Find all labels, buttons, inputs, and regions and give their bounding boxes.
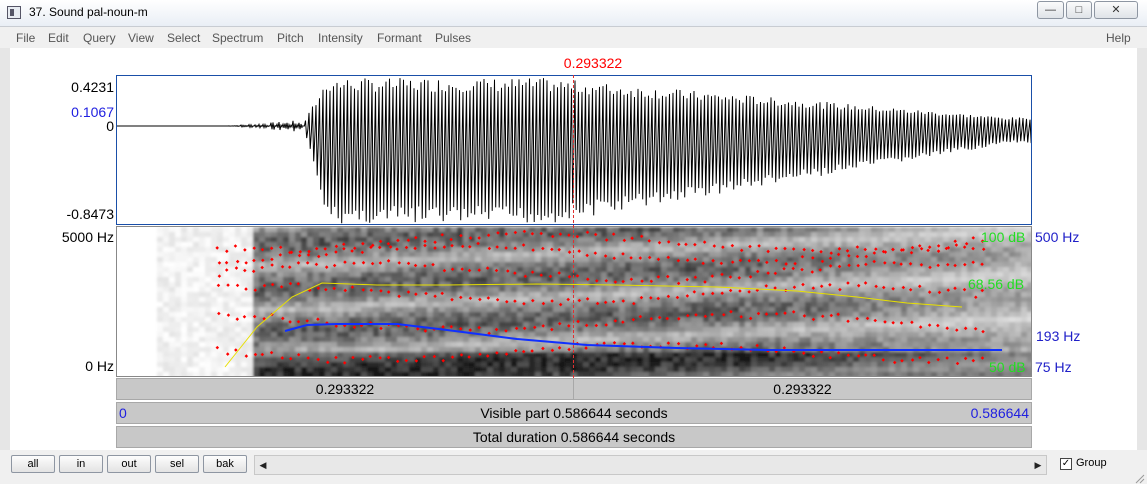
menu-spectrum[interactable]: Spectrum — [212, 31, 263, 45]
zoom-out-button[interactable]: out — [107, 455, 151, 473]
title-bar: 37. Sound pal-noun-m — □ ✕ — [0, 0, 1147, 27]
app-icon — [7, 6, 21, 19]
intensity-cursor-label: 68.56 dB — [968, 276, 1025, 292]
scroll-right-icon[interactable]: ▶ — [1031, 458, 1045, 472]
group-label: Group — [1076, 457, 1107, 469]
spectrogram-bottom-frequency-label: 0 Hz — [85, 358, 114, 374]
time-scrollbar[interactable]: ◀ ▶ — [254, 455, 1047, 475]
waveform-max-label: 0.4231 — [71, 79, 114, 95]
pitch-cursor-label: 193 Hz — [1036, 328, 1081, 344]
close-button[interactable]: ✕ — [1094, 1, 1138, 19]
checkmark-icon: ✓ — [1061, 458, 1071, 469]
menu-select[interactable]: Select — [167, 31, 200, 45]
spectrogram-plot — [157, 227, 1031, 376]
zoom-in-button[interactable]: in — [59, 455, 103, 473]
maximize-icon: □ — [1075, 4, 1083, 16]
menu-pitch[interactable]: Pitch — [277, 31, 304, 45]
waveform-trace — [117, 78, 1031, 224]
menu-view[interactable]: View — [128, 31, 154, 45]
left-frame — [0, 48, 10, 450]
segment-bar-right[interactable]: 0.293322 — [573, 378, 1032, 400]
menu-intensity[interactable]: Intensity — [318, 31, 363, 45]
visible-part-bar[interactable]: 0 Visible part 0.586644 seconds 0.586644 — [116, 402, 1032, 424]
minimize-button[interactable]: — — [1037, 1, 1064, 19]
zoom-all-button[interactable]: all — [11, 455, 55, 473]
intensity-bottom-label: 50 dB — [989, 359, 1026, 375]
waveform-min-label: -0.8473 — [66, 206, 114, 222]
visible-part-text: Visible part 0.586644 seconds — [480, 405, 668, 421]
cursor-line — [573, 75, 574, 378]
pitch-bottom-label: 75 Hz — [1035, 359, 1072, 375]
waveform-plot — [117, 78, 1031, 224]
visible-start-time: 0 — [119, 405, 127, 421]
group-checkbox[interactable]: ✓ — [1060, 458, 1072, 470]
bottom-toolbar: all in out sel bak ◀ ▶ ✓ Group — [0, 450, 1147, 484]
visible-end-time: 0.586644 — [970, 405, 1029, 421]
waveform-zero-label: 0 — [106, 118, 114, 134]
menu-formant[interactable]: Formant — [377, 31, 422, 45]
cursor-time-label: 0.293322 — [563, 55, 623, 71]
menu-pulses[interactable]: Pulses — [435, 31, 471, 45]
maximize-button[interactable]: □ — [1066, 1, 1092, 19]
menu-help[interactable]: Help — [1106, 31, 1131, 45]
intensity-top-label: 100 dB — [981, 229, 1026, 245]
spectrogram-energy — [157, 227, 1031, 376]
pitch-top-label: 500 Hz — [1035, 229, 1080, 245]
zoom-back-button[interactable]: bak — [203, 455, 247, 473]
scroll-left-icon[interactable]: ◀ — [256, 458, 270, 472]
segment-bar-left[interactable]: 0.293322 — [116, 378, 574, 400]
menu-file[interactable]: File — [16, 31, 35, 45]
window-title: 37. Sound pal-noun-m — [29, 5, 148, 19]
menu-bar: File Edit Query View Select Spectrum Pit… — [0, 28, 1147, 48]
segment-right-duration: 0.293322 — [773, 381, 832, 397]
right-frame — [1137, 48, 1147, 450]
close-icon: ✕ — [1111, 4, 1121, 16]
total-duration-bar[interactable]: Total duration 0.586644 seconds — [116, 426, 1032, 448]
resize-grip-icon[interactable] — [1133, 472, 1145, 484]
menu-edit[interactable]: Edit — [48, 31, 69, 45]
segment-left-duration: 0.293322 — [315, 381, 375, 397]
menu-query[interactable]: Query — [83, 31, 116, 45]
waveform-panel[interactable] — [116, 75, 1032, 225]
zoom-selection-button[interactable]: sel — [155, 455, 199, 473]
minimize-icon: — — [1045, 4, 1056, 16]
total-duration-text: Total duration 0.586644 seconds — [472, 429, 676, 445]
spectrogram-panel[interactable] — [116, 226, 1032, 377]
spectrogram-top-frequency-label: 5000 Hz — [61, 229, 114, 245]
